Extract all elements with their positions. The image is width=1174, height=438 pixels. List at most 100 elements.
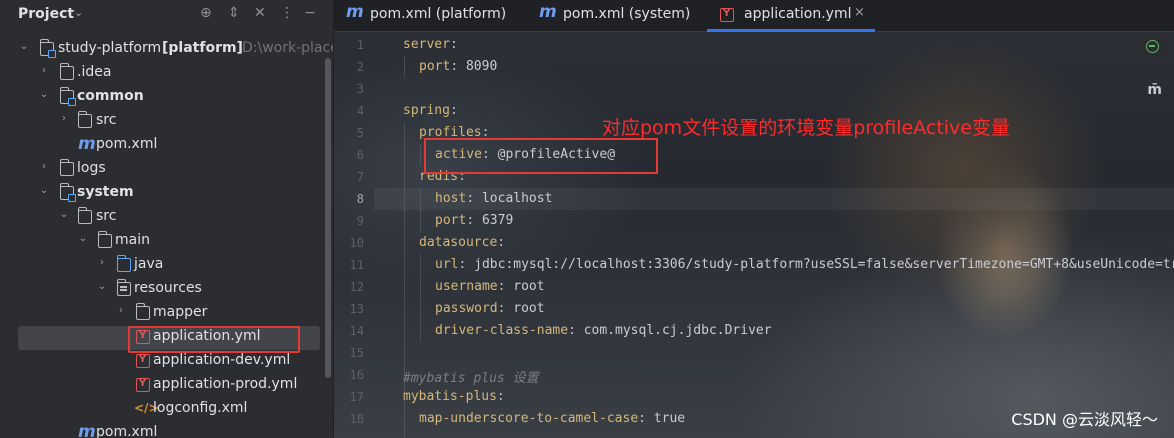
chevron-right-icon[interactable]: ›: [58, 113, 70, 124]
yaml-separator: :: [450, 59, 466, 74]
watermark: CSDN @云淡风轻～: [1011, 410, 1158, 429]
tab-application-yml[interactable]: Y application.yml ×: [720, 0, 870, 31]
chevron-down-icon[interactable]: ⌄: [18, 41, 30, 52]
code-line[interactable]: driver-class-name: com.mysql.cj.jdbc.Dri…: [435, 323, 772, 338]
line-number: 7: [356, 170, 364, 184]
yaml-separator: :: [496, 389, 505, 404]
chevron-down-icon[interactable]: ⌄: [38, 89, 50, 100]
line-number: 9: [356, 214, 364, 228]
tree-item-label: mapper: [153, 304, 208, 320]
hide-panel-icon[interactable]: −: [304, 5, 316, 21]
project-title[interactable]: Project: [18, 6, 74, 22]
tree-item-idea[interactable]: › .idea: [0, 62, 333, 86]
yaml-icon: Y: [136, 354, 150, 368]
maven-icon: m: [78, 134, 96, 154]
code-line[interactable]: host: localhost: [435, 191, 552, 206]
yaml-key: driver-class-name: [435, 323, 569, 338]
chevron-right-icon[interactable]: ›: [96, 257, 108, 268]
inspection-widget[interactable]: [1138, 36, 1168, 58]
code-line[interactable]: port: 6379: [435, 213, 513, 228]
code-line[interactable]: map-underscore-to-camel-case: true: [419, 411, 685, 426]
resources-folder-icon: [116, 279, 131, 296]
chevron-down-icon[interactable]: ⌄: [77, 233, 89, 244]
tab-pom-platform[interactable]: m pom.xml (platform): [346, 0, 516, 31]
yaml-key: spring: [403, 103, 450, 118]
line-number: 18: [349, 412, 364, 426]
chevron-down-icon[interactable]: ⌄: [74, 6, 83, 19]
tree-item-src[interactable]: › src: [0, 110, 333, 134]
indent-guide: [404, 56, 405, 78]
indent-guide: [420, 188, 421, 232]
annotation-text: 对应pom文件设置的环境变量profileActive变量: [602, 117, 1010, 139]
tree-item-resources[interactable]: ⌄ resources: [0, 278, 333, 302]
code-line[interactable]: password: root: [435, 301, 545, 316]
code-line[interactable]: port: 8090: [419, 59, 497, 74]
yaml-key: mybatis-plus: [403, 389, 497, 404]
yaml-key: port: [419, 59, 451, 74]
tree-item-study-platform[interactable]: ⌄ study-platform [platform] D:\work-plac…: [0, 38, 333, 62]
chevron-down-icon[interactable]: ⌄: [58, 209, 70, 220]
highlight-box-active-property: [424, 138, 658, 174]
code-line[interactable]: mybatis-plus:: [403, 389, 505, 404]
tree-item-logs[interactable]: › logs: [0, 158, 333, 182]
module-tag: [platform]: [162, 40, 243, 56]
more-options-icon[interactable]: ⋮: [280, 5, 294, 21]
maven-icon: m: [346, 2, 364, 22]
chevron-right-icon[interactable]: ›: [115, 305, 127, 316]
yaml-key: url: [435, 257, 459, 272]
chevron-down-icon[interactable]: ⌄: [38, 185, 50, 196]
code-line[interactable]: #mybatis plus 设置: [403, 367, 539, 386]
tree-item-pom-xml[interactable]: m pom.xml: [0, 134, 333, 158]
yaml-separator: :: [466, 191, 482, 206]
tree-item-label: pom.xml: [96, 424, 158, 438]
yaml-separator: :: [466, 213, 482, 228]
tree-item-common[interactable]: ⌄ common: [0, 86, 333, 110]
collapse-all-icon[interactable]: ✕: [254, 5, 266, 21]
tree-item-main[interactable]: ⌄ main: [0, 230, 333, 254]
expand-all-icon[interactable]: ⇕: [228, 5, 240, 21]
line-number: 15: [349, 346, 364, 360]
tree-item-application-prod-yml[interactable]: Y application-prod.yml: [0, 374, 333, 398]
close-tab-icon[interactable]: ×: [854, 5, 865, 20]
tree-item-logconfig-xml[interactable]: </> logconfig.xml: [0, 398, 333, 422]
tree-item-application-dev-yml[interactable]: Y application-dev.yml: [0, 350, 333, 374]
yaml-key: datasource: [419, 235, 498, 250]
code-line[interactable]: datasource:: [419, 235, 505, 250]
code-line[interactable]: username: root: [435, 279, 545, 294]
yaml-separator: :: [449, 103, 458, 118]
structure-icon[interactable]: m̄: [1147, 82, 1162, 98]
tree-item-system[interactable]: ⌄ system: [0, 182, 333, 206]
code-line[interactable]: url: jdbc:mysql://localhost:3306/study-p…: [435, 257, 1174, 272]
yaml-value: jdbc:mysql://localhost:3306/study-platfo…: [474, 257, 1174, 272]
tree-item-pom-xml[interactable]: m pom.xml: [0, 422, 333, 438]
chevron-down-icon[interactable]: ⌄: [96, 281, 108, 292]
yaml-separator: :: [497, 235, 506, 250]
line-number: 1: [356, 38, 364, 52]
no-problems-icon: [1146, 40, 1159, 53]
chevron-right-icon[interactable]: ›: [38, 161, 50, 172]
folder-icon: [135, 303, 150, 320]
yaml-value: 8090: [465, 59, 498, 74]
code-line[interactable]: spring:: [403, 103, 458, 118]
yaml-icon: Y: [720, 8, 734, 22]
locate-icon[interactable]: ⊕: [200, 5, 212, 21]
maven-icon: m: [78, 422, 96, 438]
tab-pom-system[interactable]: m pom.xml (system): [539, 0, 699, 31]
code-line[interactable]: server:: [403, 37, 458, 52]
tree-item-label: application-dev.yml: [153, 352, 291, 368]
tree-item-mapper[interactable]: › mapper: [0, 302, 333, 326]
yaml-separator: :: [497, 279, 514, 294]
project-path: D:\work-place: [242, 40, 334, 56]
chevron-right-icon[interactable]: ›: [38, 65, 50, 76]
yaml-key: server: [403, 37, 450, 52]
tree-item-src[interactable]: ⌄ src: [0, 206, 333, 230]
yaml-value: 6379: [481, 213, 514, 228]
line-number: 17: [349, 390, 364, 404]
yaml-value: true: [653, 411, 686, 426]
project-panel-scrollbar[interactable]: [325, 58, 331, 378]
tree-item-label: common: [77, 88, 144, 104]
yaml-key: port: [435, 213, 467, 228]
source-folder-icon: [116, 255, 131, 272]
line-number: 14: [349, 324, 364, 338]
tree-item-java[interactable]: › java: [0, 254, 333, 278]
